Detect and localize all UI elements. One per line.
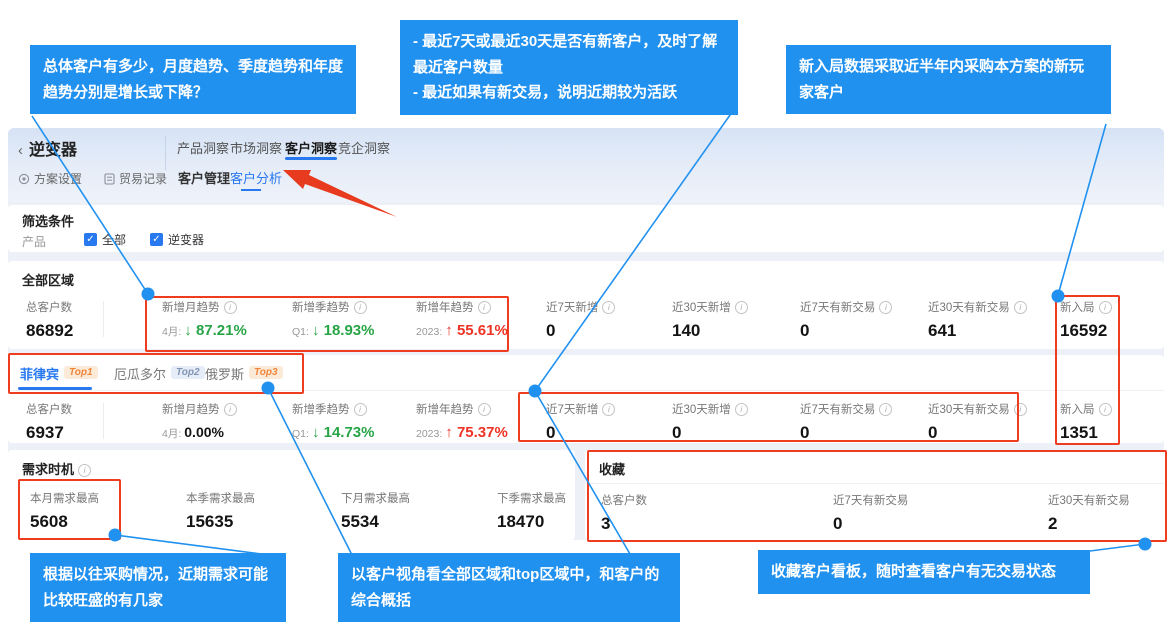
stat-divider xyxy=(103,403,104,439)
scheme-settings-button[interactable]: 方案设置 xyxy=(18,170,82,187)
checkbox-inverter-label: 逆变器 xyxy=(168,231,204,248)
back-button[interactable]: ‹ 逆变器 xyxy=(18,136,77,160)
annotation-bottom-right: 收藏客户看板，随时查看客户有无交易状态 xyxy=(758,550,1090,594)
tab-customer-insight[interactable]: 客户洞察 xyxy=(285,138,337,157)
highlight-favorites-card xyxy=(587,450,1167,542)
annotation-bottom-left: 根据以往采购情况，近期需求可能比较旺盛的有几家 xyxy=(30,553,286,622)
stat-demand-next-quarter: 下季需求最高 18470 xyxy=(497,490,566,532)
all-region-title: 全部区域 xyxy=(22,270,74,289)
highlight-recent-metrics-row2 xyxy=(518,392,1019,442)
info-icon[interactable]: i xyxy=(478,403,491,416)
tab-market-insight[interactable]: 市场洞察 xyxy=(230,138,282,157)
checkbox-inverter[interactable]: ✓ 逆变器 xyxy=(150,231,204,248)
demand-title: 需求时机i xyxy=(22,459,91,478)
annotation-line: - 最近如果有新交易，说明近期较为活跃 xyxy=(413,80,725,106)
info-icon[interactable]: i xyxy=(224,403,237,416)
highlight-demand-this-month xyxy=(18,479,121,540)
annotation-top-left: 总体客户有多少，月度趋势、季度趋势和年度趋势分别是增长或下降？ xyxy=(30,45,356,114)
trade-records-button[interactable]: 贸易记录 xyxy=(104,170,167,187)
document-icon xyxy=(104,173,115,185)
filter-product-label: 产品 xyxy=(22,233,46,250)
filter-title: 筛选条件 xyxy=(22,211,74,230)
subtab-customer-analysis[interactable]: 客户分析 xyxy=(230,168,282,187)
stat-total-customers: 总客户数 86892 xyxy=(26,299,73,341)
stat-trade-30d: 近30天有新交易i 641 xyxy=(928,299,1027,341)
stat-total-customers: 总客户数 6937 xyxy=(26,401,72,443)
info-icon[interactable]: i xyxy=(78,464,91,477)
info-icon[interactable]: i xyxy=(735,301,748,314)
active-subtab-underline xyxy=(241,189,261,191)
gear-icon xyxy=(18,173,30,185)
info-icon[interactable]: i xyxy=(602,301,615,314)
checkbox-all[interactable]: ✓ 全部 xyxy=(84,231,126,248)
header-band: ‹逆变器 方案设置 贸易记录 产品洞察 市场洞察 客户洞察 竞企洞察 客户管理 … xyxy=(8,128,1164,202)
tab-product-insight[interactable]: 产品洞察 xyxy=(177,138,229,157)
stat-new-30d: 近30天新增i 140 xyxy=(672,299,748,341)
annotation-top-middle: - 最近7天或最近30天是否有新客户，及时了解最近客户数量 - 最近如果有新交易… xyxy=(400,20,738,115)
stat-new-7d: 近7天新增i 0 xyxy=(546,299,615,341)
annotation-top-right: 新入局数据采取近半年内采购本方案的新玩家客户 xyxy=(786,45,1111,114)
stat-year-trend: 新增年趋势i 2023:↑ 75.37% xyxy=(416,401,508,442)
trade-records-label: 贸易记录 xyxy=(119,170,167,187)
connector-line xyxy=(1090,544,1145,551)
screenshot-stage: ‹逆变器 方案设置 贸易记录 产品洞察 市场洞察 客户洞察 竞企洞察 客户管理 … xyxy=(0,0,1172,626)
stat-demand-next-month: 下月需求最高 5534 xyxy=(341,490,410,532)
annotation-bottom-middle: 以客户视角看全部区域和top区域中，和客户的综合概括 xyxy=(338,553,680,622)
tab-competitor-insight[interactable]: 竞企洞察 xyxy=(338,138,390,157)
stat-quarter-trend: 新增季趋势i Q1:↓ 14.73% xyxy=(292,401,374,442)
stat-demand-this-quarter: 本季需求最高 15635 xyxy=(186,490,255,532)
checkbox-checked-icon: ✓ xyxy=(84,233,97,246)
highlight-country-tabs xyxy=(8,353,304,394)
checkbox-all-label: 全部 xyxy=(102,231,126,248)
info-icon[interactable]: i xyxy=(1014,301,1027,314)
highlight-trends-row1 xyxy=(145,296,509,352)
active-tab-underline xyxy=(285,157,337,160)
info-icon[interactable]: i xyxy=(879,301,892,314)
subtab-separator: | xyxy=(221,168,224,182)
back-chevron-icon: ‹ xyxy=(18,142,23,159)
page-title: 逆变器 xyxy=(29,142,77,159)
annotation-line: - 最近7天或最近30天是否有新客户，及时了解最近客户数量 xyxy=(413,29,725,80)
filter-card: 筛选条件 产品 ✓ 全部 ✓ 逆变器 xyxy=(8,205,1164,252)
info-icon[interactable]: i xyxy=(354,403,367,416)
scheme-settings-label: 方案设置 xyxy=(34,170,82,187)
header-divider xyxy=(165,136,166,170)
stat-trade-7d: 近7天有新交易i 0 xyxy=(800,299,892,341)
stat-divider xyxy=(103,301,104,337)
stat-month-trend: 新增月趋势i 4月:0.00% xyxy=(162,401,237,442)
checkbox-checked-icon: ✓ xyxy=(150,233,163,246)
highlight-new-entrants-column xyxy=(1055,295,1120,445)
